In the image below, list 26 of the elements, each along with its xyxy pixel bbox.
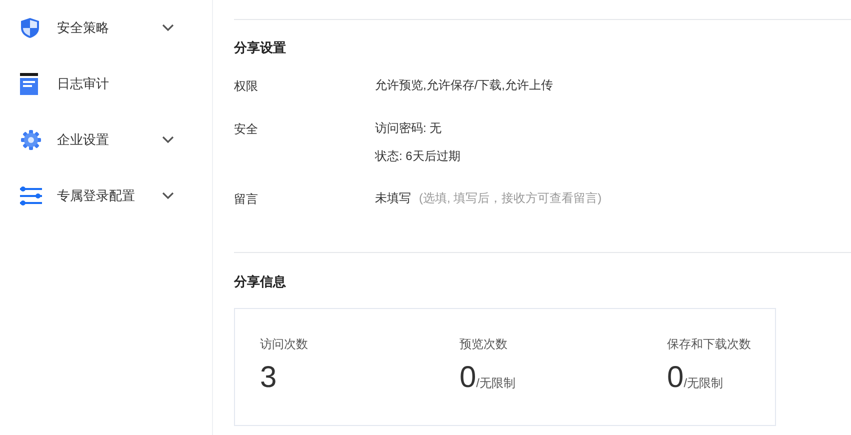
stat-value: 0 [459,361,476,395]
field-value: 未填写 [375,190,411,206]
sidebar-item[interactable]: 安全策略 [0,0,212,56]
field-value: 状态: 6天后过期 [375,148,460,164]
sidebar-item[interactable]: 专属登录配置 [0,168,212,224]
field-value: 访问密码: 无 [375,120,442,136]
stat-value: 0 [667,361,684,395]
stat-label: 预览次数 [459,336,508,353]
stat-limit: /无限制 [476,375,516,392]
document-icon [20,73,38,95]
field-label: 安全 [234,120,259,138]
field-label: 权限 [234,78,259,94]
stat-label: 访问次数 [260,336,308,353]
sliders-icon [20,186,42,206]
sidebar-item[interactable]: 日志审计 [0,56,212,112]
stat-label: 保存和下载次数 [667,336,751,353]
sidebar-item[interactable]: 企业设置 [0,112,212,168]
section-title: 分享信息 [234,272,287,290]
gear-icon [20,129,42,151]
stat-value: 3 [260,361,277,395]
shield-icon [20,17,40,39]
stat-limit: /无限制 [684,375,724,392]
hint-text: (选填, 填写后，接收方可查看留言) [419,190,602,206]
field-label: 留言 [234,190,259,208]
field-value: 允许预览,允许保存/下载,允许上传 [375,76,554,94]
section-title: 分享设置 [234,39,287,57]
